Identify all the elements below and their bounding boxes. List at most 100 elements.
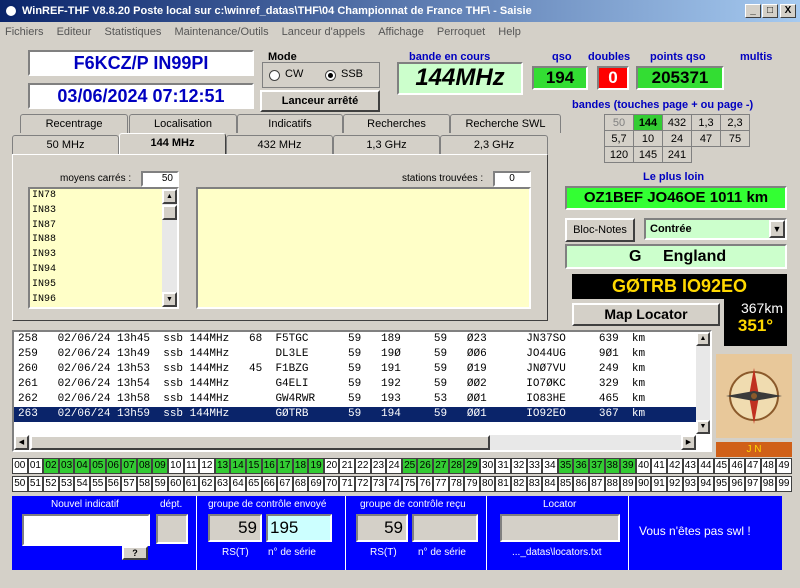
serial-number-cell[interactable]: 46 [729, 458, 745, 474]
serial-number-cell[interactable]: 99 [776, 476, 792, 492]
serial-number-cell[interactable]: 51 [27, 476, 44, 492]
band-cell[interactable]: 120 [604, 146, 634, 163]
serial-number-cell[interactable]: 82 [511, 476, 527, 492]
log-row-selected[interactable]: 263 02/06/24 13h59 ssb 144MHz GØTRB 59 1… [14, 407, 710, 422]
menu-lanceur[interactable]: Lanceur d'appels [282, 26, 365, 38]
serial-number-cell[interactable]: 57 [121, 476, 137, 492]
serial-number-cell[interactable]: 98 [760, 476, 777, 492]
serial-number-cell[interactable]: 38 [604, 458, 621, 474]
serial-number-cell[interactable]: 02 [43, 458, 59, 474]
serial-number-cell[interactable]: 78 [448, 476, 465, 492]
serial-number-cell[interactable]: 13 [214, 458, 231, 474]
log-vscroll[interactable]: ▲ ▼ [696, 332, 710, 434]
scroll-down-icon[interactable]: ▼ [696, 420, 710, 434]
tab-recherche-swl[interactable]: Recherche SWL [450, 114, 561, 133]
serial-number-cell[interactable]: 22 [355, 458, 371, 474]
scroll-left-icon[interactable]: ◀ [14, 435, 29, 450]
serial-number-cell[interactable]: 70 [323, 476, 340, 492]
serial-number-cell[interactable]: 19 [308, 458, 324, 474]
list-item[interactable]: IN88 [32, 233, 177, 248]
minimize-button[interactable]: _ [745, 4, 761, 18]
serial-number-cell[interactable]: 94 [698, 476, 714, 492]
serial-number-cell[interactable]: 56 [105, 476, 122, 492]
serial-number-cell[interactable]: 53 [58, 476, 75, 492]
serial-number-cell[interactable]: 62 [199, 476, 215, 492]
nouvel-indicatif-input[interactable] [22, 514, 150, 546]
menu-maintenance[interactable]: Maintenance/Outils [174, 26, 268, 38]
serial-number-cell[interactable]: 48 [760, 458, 777, 474]
log-row[interactable]: 260 02/06/24 13h53 ssb 144MHz 45 F1BZG 5… [14, 362, 710, 377]
serial-number-cell[interactable]: 79 [464, 476, 480, 492]
band-cell-active[interactable]: 144 [633, 114, 663, 131]
serial-number-cell[interactable]: 11 [183, 458, 200, 474]
serial-number-cell[interactable]: 45 [713, 458, 730, 474]
serial-number-cell[interactable]: 59 [152, 476, 168, 492]
locator-input[interactable] [500, 514, 620, 542]
serial-number-cell[interactable]: 50 [12, 476, 28, 492]
tab-432mhz[interactable]: 432 MHz [226, 135, 333, 154]
serial-number-cell[interactable]: 60 [167, 476, 184, 492]
list-item[interactable]: IN87 [32, 219, 177, 234]
serial-number-cell[interactable]: 16 [261, 458, 278, 474]
menu-help[interactable]: Help [498, 26, 521, 38]
tab-localisation[interactable]: Localisation [129, 114, 237, 133]
serial-number-cell[interactable]: 42 [666, 458, 683, 474]
dept-input[interactable] [156, 514, 188, 544]
contree-select[interactable]: Contrée ▼ [644, 218, 787, 240]
serial-number-cell[interactable]: 23 [370, 458, 387, 474]
band-cell[interactable]: 24 [662, 130, 692, 147]
locator-list[interactable]: IN78 IN83 IN87 IN88 IN93 IN94 IN95 IN96 … [28, 187, 179, 309]
log-hscroll[interactable]: ◀ ▶ [14, 435, 696, 450]
chevron-down-icon[interactable]: ▼ [769, 220, 785, 238]
serial-number-cell[interactable]: 06 [105, 458, 122, 474]
tab-2-3ghz[interactable]: 2,3 GHz [440, 135, 548, 154]
serial-number-cell[interactable]: 87 [588, 476, 605, 492]
serial-number-cell[interactable]: 74 [386, 476, 402, 492]
hscroll-thumb[interactable] [30, 435, 490, 450]
serial-number-cell[interactable]: 12 [199, 458, 215, 474]
serial-number-cell[interactable]: 26 [417, 458, 434, 474]
launcher-button[interactable]: Lanceur arrêté [260, 90, 380, 112]
serial-number-cell[interactable]: 47 [744, 458, 761, 474]
serial-number-cell[interactable]: 81 [495, 476, 511, 492]
serie-recv-input[interactable] [412, 514, 478, 542]
serial-number-cell[interactable]: 55 [89, 476, 106, 492]
maximize-button[interactable]: □ [762, 4, 778, 18]
band-cell[interactable]: 241 [662, 146, 692, 163]
serial-number-cell[interactable]: 67 [277, 476, 293, 492]
scroll-up-icon[interactable]: ▲ [696, 332, 710, 346]
serial-number-cell[interactable]: 76 [417, 476, 434, 492]
band-cell[interactable]: 10 [633, 130, 663, 147]
tab-indicatifs[interactable]: Indicatifs [237, 114, 343, 133]
serial-number-cell[interactable]: 15 [245, 458, 262, 474]
tab-144mhz[interactable]: 144 MHz [119, 133, 226, 154]
map-locator-button[interactable]: Map Locator [572, 303, 720, 326]
serial-number-cell[interactable]: 92 [666, 476, 683, 492]
ssb-radio[interactable] [325, 70, 336, 81]
cw-radio[interactable] [269, 70, 280, 81]
log-row[interactable]: 258 02/06/24 13h45 ssb 144MHz 68 F5TGC 5… [14, 332, 710, 347]
serial-number-cell[interactable]: 95 [713, 476, 730, 492]
serial-number-cell[interactable]: 03 [58, 458, 75, 474]
serial-number-cell[interactable]: 04 [74, 458, 90, 474]
qso-log[interactable]: 258 02/06/24 13h45 ssb 144MHz 68 F5TGC 5… [12, 330, 712, 452]
band-cell[interactable]: 50 [604, 114, 634, 131]
serial-number-cell[interactable]: 65 [245, 476, 262, 492]
serial-number-cell[interactable]: 97 [744, 476, 761, 492]
help-button[interactable]: ? [122, 546, 148, 560]
serial-number-cell[interactable]: 35 [557, 458, 574, 474]
band-cell[interactable]: 145 [633, 146, 663, 163]
serial-number-cell[interactable]: 77 [433, 476, 449, 492]
scroll-up-icon[interactable]: ▲ [162, 189, 177, 204]
log-row[interactable]: 261 02/06/24 13h54 ssb 144MHz G4ELI 59 1… [14, 377, 710, 392]
serial-number-cell[interactable]: 09 [152, 458, 168, 474]
band-cell[interactable]: 47 [691, 130, 721, 147]
serial-number-cell[interactable]: 63 [214, 476, 231, 492]
serial-number-cell[interactable]: 86 [573, 476, 589, 492]
serial-number-cell[interactable]: 85 [557, 476, 574, 492]
close-button[interactable]: X [780, 4, 796, 18]
scroll-right-icon[interactable]: ▶ [681, 435, 696, 450]
serial-number-cell[interactable]: 01 [27, 458, 44, 474]
serial-number-cell[interactable]: 73 [370, 476, 387, 492]
list-item[interactable]: IN78 [32, 189, 177, 204]
